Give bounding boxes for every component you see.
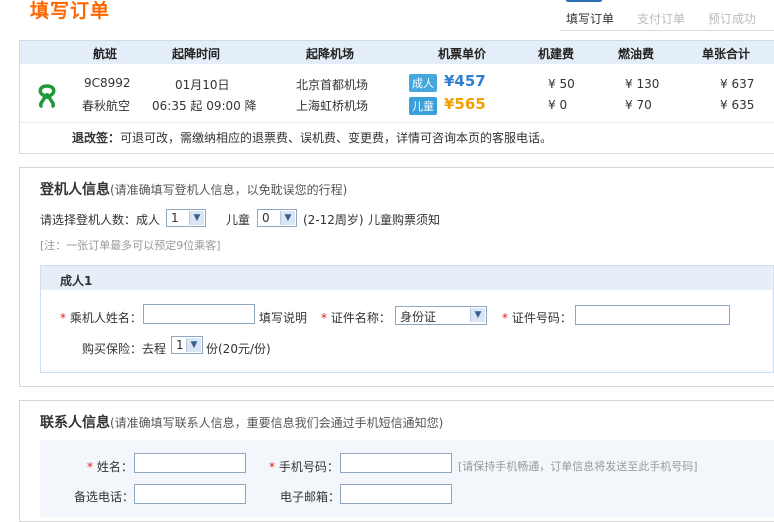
chevron-down-icon: ▼ [470,308,485,322]
adult-fuel-fee: ¥ 130 [625,77,660,91]
adult-total: ¥ 637 [720,77,755,91]
airline-name: 春秋航空 [82,99,131,113]
step-booking-success: 预订成功 [708,12,757,26]
contact-name-label: * 姓名： [87,458,133,475]
chevron-down-icon: ▼ [280,211,295,225]
header-airport-fee: 机建费 [538,47,575,61]
adult-price: ¥457 [444,72,486,90]
id-number-input[interactable] [575,305,730,325]
id-number-label-text: 证件号码： [511,311,572,325]
child-count-label: 儿童 [226,213,251,227]
header-total: 单张合计 [702,47,751,61]
passenger-1-title: 成人1 [60,274,93,288]
flight-date: 01月10日 [175,78,230,92]
change-policy: 退改签：可退可改，需缴纳相应的退票费、误机费、变更费，详情可咨询本页的客服电话。 [72,129,552,146]
step-fill-order: 填写订单 [566,12,615,26]
adult-count-select[interactable]: 1 ▼ [166,209,206,227]
passenger-section-title: 登机人信息(请准确填写登机人信息，以免耽误您的行程) [40,179,347,199]
phone-note: [请保持手机畅通，订单信息将发送至此手机号码] [458,460,698,473]
email-input[interactable] [340,484,452,504]
passenger-name-label: * 乘机人姓名： [60,309,142,326]
chevron-down-icon: ▼ [189,211,204,225]
contact-phone-label: * 手机号码： [269,458,339,475]
required-mark: * [87,460,93,474]
contact-section-title: 联系人信息(请准确填写联系人信息，重要信息我们会通过手机短信通知您) [40,412,443,432]
insurance-unit: 份(20元/份) [206,342,271,356]
insurance-count-value: 1 [176,338,184,352]
departure-airport: 北京首都机场 [296,78,369,92]
email-label: 电子邮箱： [280,490,341,504]
chevron-down-icon: ▼ [186,338,201,352]
required-mark: * [321,311,327,325]
adult-badge: 成人 [409,74,437,92]
header-flight: 航班 [93,47,118,61]
child-fuel-fee: ¥ 70 [625,98,652,112]
passenger-1-header [41,266,772,290]
steps-underline [560,30,774,31]
flight-times: 06:35 起 09:00 降 [152,99,257,113]
id-type-label-text: 证件名称： [330,311,391,325]
id-number-label: * 证件号码： [502,309,572,326]
child-total: ¥ 635 [720,98,755,112]
passenger-limit-note: [注：一张订单最多可以预定9位乘客] [40,239,221,252]
contact-title-note: (请准确填写联系人信息，重要信息我们会通过手机短信通知您) [110,416,444,430]
alt-phone-label: 备选电话： [74,490,135,504]
child-count-value: 0 [262,211,270,225]
required-mark: * [502,311,508,325]
header-time: 起降时间 [172,47,221,61]
insurance-count-select[interactable]: 1 ▼ [171,336,203,354]
flight-divider [20,122,774,123]
change-policy-label: 退改签： [72,131,121,145]
contact-form-area [40,440,774,517]
child-airport-fee: ¥ 0 [548,98,568,112]
child-price: ¥565 [444,95,486,113]
passenger-1-body [41,290,772,370]
id-type-select[interactable]: 身份证 ▼ [395,306,487,325]
airline-logo-icon [38,84,56,108]
passenger-count-label: 请选择登机人数：成人 [40,213,161,227]
flight-table-header [20,41,774,64]
alt-phone-input[interactable] [134,484,246,504]
contact-name-input[interactable] [134,453,246,473]
page-title: 填写订单 [30,0,111,22]
contact-phone-label-text: 手机号码： [278,460,339,474]
passenger-name-input[interactable] [143,304,255,324]
contact-phone-input[interactable] [340,453,452,473]
name-help-link[interactable]: 填写说明 [259,309,307,326]
id-type-label: * 证件名称： [321,309,391,326]
child-age-note: (2-12周岁) [303,213,364,227]
adult-airport-fee: ¥ 50 [548,77,575,91]
child-badge: 儿童 [409,97,437,115]
passenger-name-label-text: 乘机人姓名： [69,311,142,325]
passenger-title-text: 登机人信息 [40,182,110,198]
arrival-airport: 上海虹桥机场 [296,99,369,113]
header-fuel-fee: 燃油费 [618,47,655,61]
active-step-indicator [566,0,602,2]
required-mark: * [60,311,66,325]
id-type-value: 身份证 [400,310,437,324]
required-mark: * [269,460,275,474]
step-pay-order: 支付订单 [637,12,686,26]
contact-name-label-text: 姓名： [96,460,133,474]
insurance-label: 购买保险：去程 [82,342,167,356]
header-price: 机票单价 [438,47,487,61]
child-count-select[interactable]: 0 ▼ [257,209,297,227]
contact-title-text: 联系人信息 [40,415,110,431]
change-policy-text: 可退可改，需缴纳相应的退票费、误机费、变更费，详情可咨询本页的客服电话。 [120,131,553,145]
child-ticket-notice-link[interactable]: 儿童购票须知 [368,211,440,228]
flight-number: 9C8992 [84,76,131,90]
adult-count-value: 1 [171,211,179,225]
passenger-title-note: (请准确填写登机人信息，以免耽误您的行程) [110,183,348,197]
header-airport: 起降机场 [306,47,355,61]
